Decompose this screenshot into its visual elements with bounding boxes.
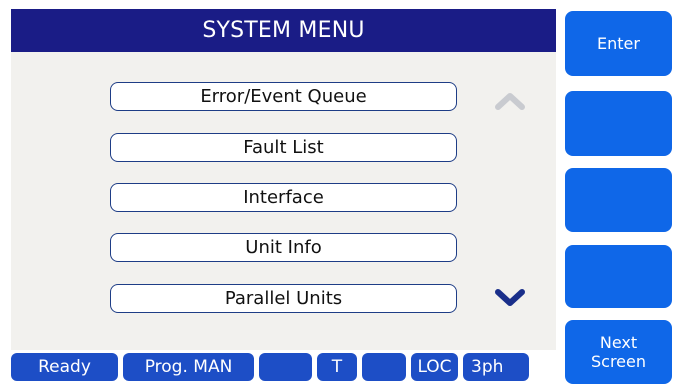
main-panel: SYSTEM MENU Error/Event Queue Fault List… bbox=[11, 9, 556, 382]
instrument-screen: SYSTEM MENU Error/Event Queue Fault List… bbox=[0, 0, 673, 389]
chevron-up-icon[interactable] bbox=[492, 86, 528, 114]
softkey-2-button[interactable] bbox=[565, 91, 672, 156]
status-ready: Ready bbox=[11, 353, 118, 381]
status-blank-1 bbox=[259, 353, 312, 381]
softkey-3-button[interactable] bbox=[565, 168, 672, 232]
status-program-mode: Prog. MAN bbox=[123, 353, 254, 381]
next-screen-label-line1: Next bbox=[599, 333, 638, 352]
enter-button[interactable]: Enter bbox=[565, 11, 672, 76]
menu-item-fault-list[interactable]: Fault List bbox=[110, 133, 457, 162]
status-local: LOC bbox=[411, 353, 458, 381]
menu-item-error-event-queue[interactable]: Error/Event Queue bbox=[110, 82, 457, 111]
status-phase: 3ph bbox=[463, 353, 529, 381]
next-screen-label-line2: Screen bbox=[590, 352, 646, 371]
menu-item-interface[interactable]: Interface bbox=[110, 183, 457, 212]
page-title: SYSTEM MENU bbox=[11, 9, 556, 52]
next-screen-button[interactable]: Next Screen bbox=[565, 320, 672, 384]
network-icon bbox=[532, 355, 554, 377]
status-t: T bbox=[317, 353, 357, 381]
status-blank-2 bbox=[362, 353, 406, 381]
chevron-down-icon[interactable] bbox=[492, 284, 528, 312]
status-bar: Ready Prog. MAN T LOC 3ph bbox=[11, 350, 556, 382]
softkey-4-button[interactable] bbox=[565, 245, 672, 308]
menu-item-unit-info[interactable]: Unit Info bbox=[110, 233, 457, 262]
menu-item-parallel-units[interactable]: Parallel Units bbox=[110, 284, 457, 313]
